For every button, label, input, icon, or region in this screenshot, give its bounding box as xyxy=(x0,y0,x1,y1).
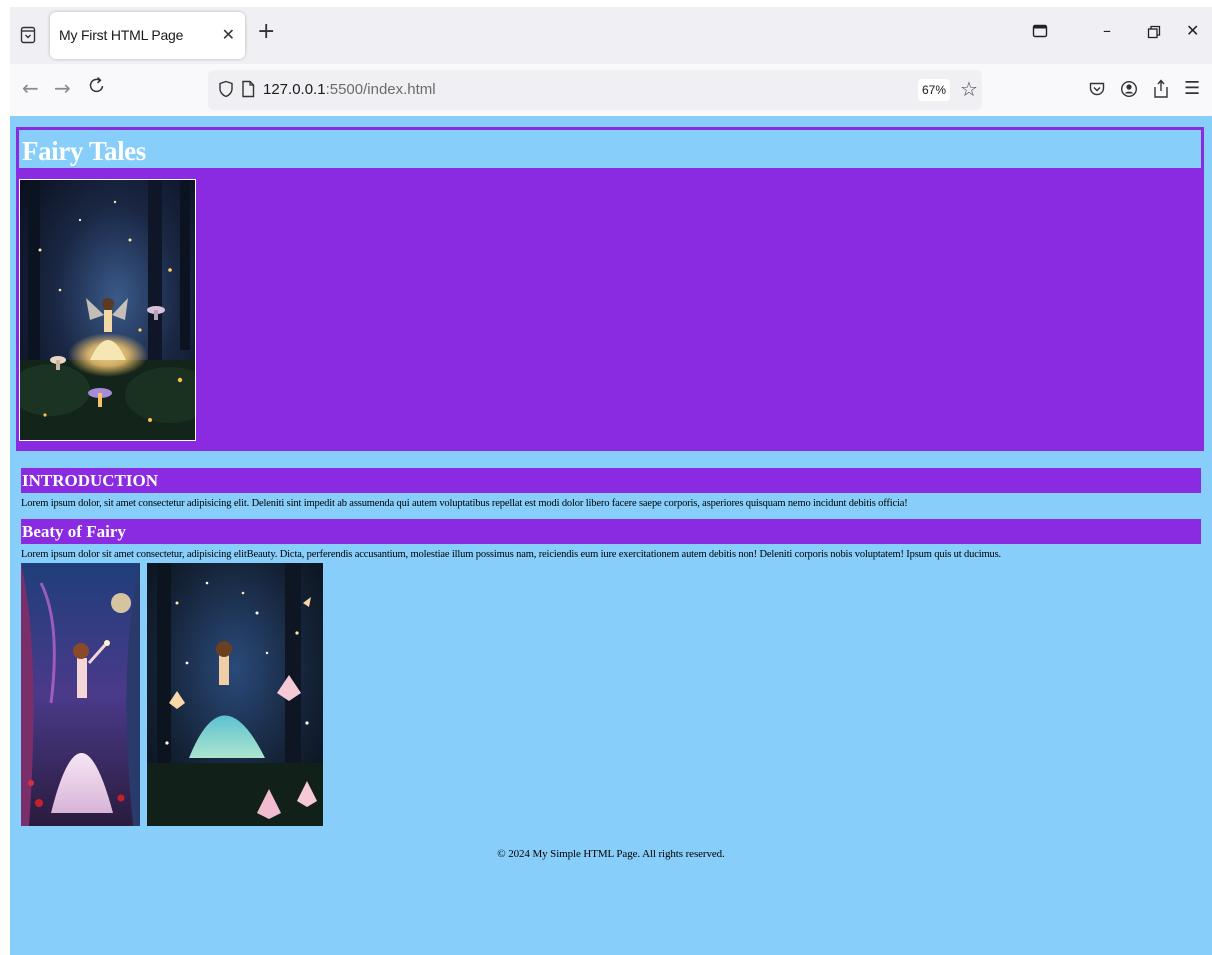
pocket-icon[interactable] xyxy=(1088,80,1106,102)
forward-arrow-icon[interactable]: → xyxy=(54,76,71,100)
page-icon xyxy=(241,80,255,102)
url-text[interactable]: 127.0.0.1:5500/index.html xyxy=(263,81,436,98)
tab-list-icon[interactable] xyxy=(18,25,38,45)
picture-in-picture-icon[interactable] xyxy=(1032,23,1048,44)
window-close-icon[interactable]: ✕ xyxy=(1186,21,1199,41)
fairy-gallery-image-2 xyxy=(147,563,323,826)
section-text-beauty: Lorem ipsum dolor sit amet consectetur, … xyxy=(21,549,1002,560)
browser-window: My First HTML Page ✕ + – ✕ ← → 127.0.0.1… xyxy=(10,7,1212,955)
browser-tab[interactable]: My First HTML Page ✕ xyxy=(50,12,245,59)
page-title: Fairy Tales xyxy=(22,136,146,166)
tab-bar: My First HTML Page ✕ + – ✕ xyxy=(10,7,1212,64)
close-icon[interactable]: ✕ xyxy=(222,25,235,44)
reload-icon[interactable] xyxy=(88,75,106,100)
page-viewport: Fairy Tales INTRODUCTION Lorem ipsum dol… xyxy=(10,116,1212,955)
star-icon[interactable]: ☆ xyxy=(960,77,978,101)
fairy-gallery-image-1 xyxy=(21,563,140,826)
page-header: Fairy Tales xyxy=(16,127,1204,171)
hamburger-menu-icon[interactable]: ☰ xyxy=(1184,79,1200,99)
plus-icon[interactable]: + xyxy=(257,21,275,43)
section-heading-introduction: INTRODUCTION xyxy=(21,468,1201,493)
account-icon[interactable] xyxy=(1120,79,1138,103)
extensions-icon[interactable] xyxy=(1152,78,1170,104)
minimize-icon[interactable]: – xyxy=(1103,21,1111,41)
fairy-hero-image xyxy=(19,179,196,441)
page-footer: © 2024 My Simple HTML Page. All rights r… xyxy=(497,848,725,860)
back-arrow-icon[interactable]: ← xyxy=(22,76,39,100)
tab-title: My First HTML Page xyxy=(59,27,184,43)
navigation-toolbar: ← → 127.0.0.1:5500/index.html 67% ☆ ☰ xyxy=(10,64,1212,116)
hero-banner xyxy=(16,171,1204,451)
url-host: 127.0.0.1 xyxy=(263,81,326,98)
section-heading-beauty: Beaty of Fairy xyxy=(21,519,1201,544)
restore-icon[interactable] xyxy=(1147,24,1161,44)
url-path: :5500/index.html xyxy=(325,81,436,98)
section-text-introduction: Lorem ipsum dolor, sit amet consectetur … xyxy=(21,498,908,509)
zoom-level-badge[interactable]: 67% xyxy=(918,79,950,101)
url-bar[interactable]: 127.0.0.1:5500/index.html 67% ☆ xyxy=(208,70,982,110)
shield-icon[interactable] xyxy=(218,80,234,102)
